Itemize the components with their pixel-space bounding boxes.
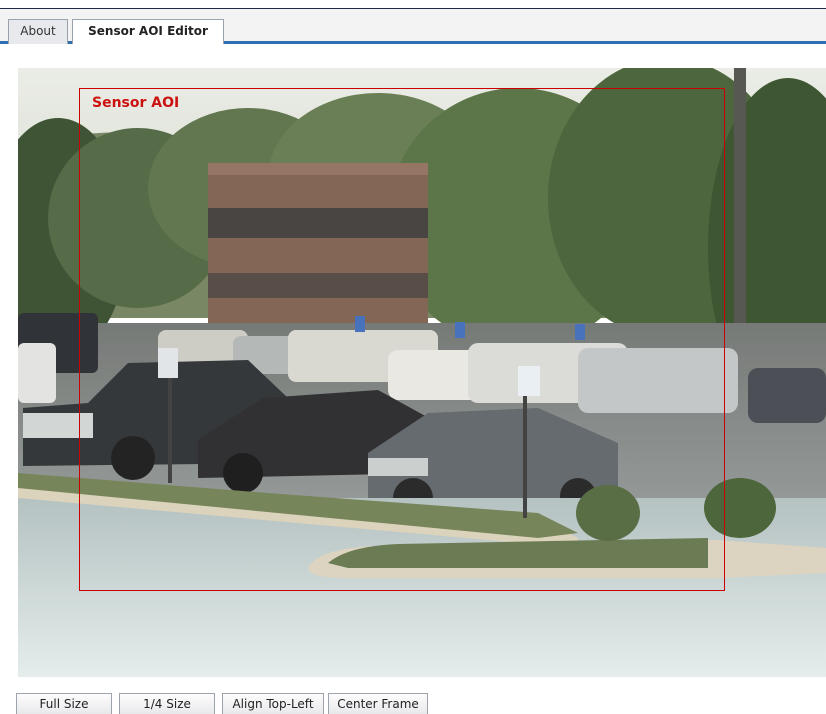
window-top-border (0, 0, 826, 9)
tab-sensor-aoi-editor[interactable]: Sensor AOI Editor (72, 19, 224, 46)
center-frame-button[interactable]: Center Frame (328, 693, 428, 714)
sensor-aoi-label: Sensor AOI (92, 95, 180, 111)
sensor-aoi-rectangle[interactable]: Sensor AOI (79, 88, 725, 591)
quarter-size-button[interactable]: 1/4 Size (119, 693, 215, 714)
align-top-left-button[interactable]: Align Top-Left (222, 693, 324, 714)
tab-about[interactable]: About (8, 19, 68, 44)
tab-bar: About Sensor AOI Editor (0, 9, 826, 46)
full-size-button[interactable]: Full Size (16, 693, 112, 714)
